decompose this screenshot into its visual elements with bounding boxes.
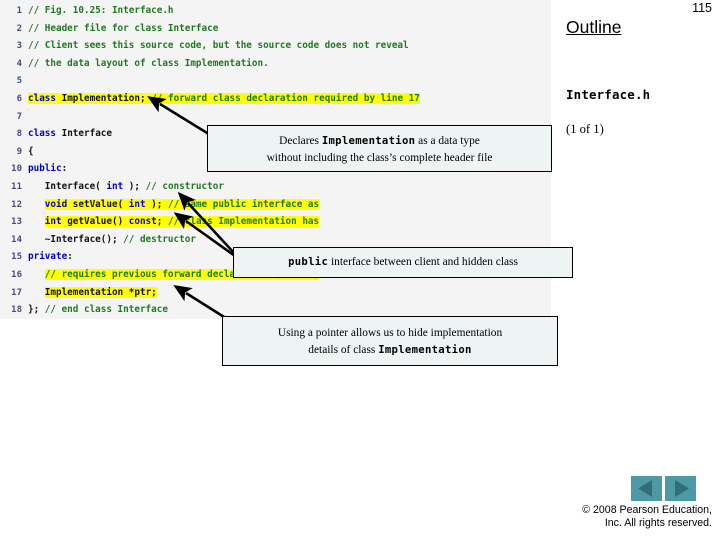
code-line-text: Interface( int ); // constructor <box>44 180 224 192</box>
code-line-text: private: <box>28 251 73 263</box>
callout1-line1-post: as a data type <box>415 135 480 147</box>
code-line-number: 6 <box>16 93 22 104</box>
code-line-number: 7 <box>16 111 22 122</box>
code-line-text: // Header file for class Interface <box>28 22 219 34</box>
code-line-text: class Interface <box>28 128 112 140</box>
code-line: 12 void setValue( int ); // same public … <box>0 196 551 214</box>
copyright-line-2: Inc. All rights reserved. <box>604 517 712 529</box>
code-line-number: 11 <box>11 181 22 192</box>
callout3-line2-pre: details of class <box>308 344 379 356</box>
callout-public-interface: public interface between client and hidd… <box>233 247 573 278</box>
code-line-number: 10 <box>11 164 22 175</box>
code-line-text: // Client sees this source code, but the… <box>28 40 409 52</box>
code-line-text: int getValue() const; // class Implement… <box>44 216 320 228</box>
callout1-line1-pre: Declares <box>279 135 322 147</box>
outline-file-name: Interface.h <box>566 87 651 102</box>
page-number: 115 <box>692 1 712 15</box>
code-line: 7 <box>0 108 551 126</box>
code-line: 13 int getValue() const; // class Implem… <box>0 213 551 231</box>
code-line: 2 // Header file for class Interface <box>0 20 551 38</box>
code-line-number: 9 <box>16 146 22 157</box>
code-line-text: // the data layout of class Implementati… <box>28 57 269 69</box>
code-line-number: 18 <box>11 305 22 316</box>
code-line-number: 13 <box>11 217 22 228</box>
left-triangle-icon <box>638 480 652 497</box>
previous-slide-button[interactable] <box>631 476 662 501</box>
callout2-mono: public <box>288 256 329 268</box>
code-line: 14 ~Interface(); // destructor <box>0 231 551 249</box>
code-line-number: 15 <box>11 252 22 263</box>
code-line: 11 Interface( int ); // constructor <box>0 178 551 196</box>
code-line-number: 8 <box>16 129 22 140</box>
code-line: 4 // the data layout of class Implementat… <box>0 55 551 73</box>
code-line-text: }; // end class Interface <box>28 304 168 316</box>
code-line-text: void setValue( int ); // same public int… <box>44 198 320 210</box>
code-line-number: 14 <box>11 234 22 245</box>
outline-count-label: (1 of 1) <box>566 122 604 136</box>
code-line: 3 // Client sees this source code, but th… <box>0 37 551 55</box>
callout2-rest: interface between client and hidden clas… <box>328 256 518 268</box>
callout-pointer-hides-details: Using a pointer allows us to hide implem… <box>222 316 558 366</box>
callout3-line2-mono: Implementation <box>378 344 472 356</box>
code-line-text: Implementation *ptr; <box>44 286 157 298</box>
callout1-line1-mono: Implementation <box>321 135 416 147</box>
code-line: 1 // Fig. 10.25: Interface.h <box>0 2 551 20</box>
code-line-text: { <box>28 145 34 157</box>
code-line-text: // Fig. 10.25: Interface.h <box>28 5 174 16</box>
code-line-number: 16 <box>11 269 22 280</box>
callout3-line1: Using a pointer allows us to hide implem… <box>277 327 503 339</box>
code-line-number: 1 <box>16 6 22 16</box>
code-line-text: public: <box>28 163 68 175</box>
page-title: Outline <box>566 17 622 37</box>
code-line: 5 <box>0 72 551 90</box>
callout-declares-implementation: Declares Implementation as a data type w… <box>207 125 552 172</box>
next-slide-button[interactable] <box>665 476 696 501</box>
code-line: 17 Implementation *ptr; <box>0 284 551 302</box>
copyright-line-1: © 2008 Pearson Education, <box>582 504 712 516</box>
code-line-number: 12 <box>11 199 22 210</box>
copyright-notice: © 2008 Pearson Education, Inc. All right… <box>472 504 712 530</box>
code-line-text: class Implementation; // forward class d… <box>28 92 420 104</box>
code-line-number: 2 <box>16 23 22 34</box>
code-line-number: 17 <box>11 287 22 298</box>
right-triangle-icon <box>675 480 689 497</box>
code-line-number: 3 <box>16 41 22 52</box>
callout1-line2: without including the class’s complete h… <box>266 152 493 164</box>
slide-canvas: 1 // Fig. 10.25: Interface.h 2 // Header fi… <box>0 0 720 540</box>
code-line-number: 5 <box>16 76 22 87</box>
code-line-number: 4 <box>16 58 22 69</box>
code-line-text: ~Interface(); // destructor <box>28 233 196 245</box>
code-line: 6 class Implementation; // forward class … <box>0 90 551 108</box>
